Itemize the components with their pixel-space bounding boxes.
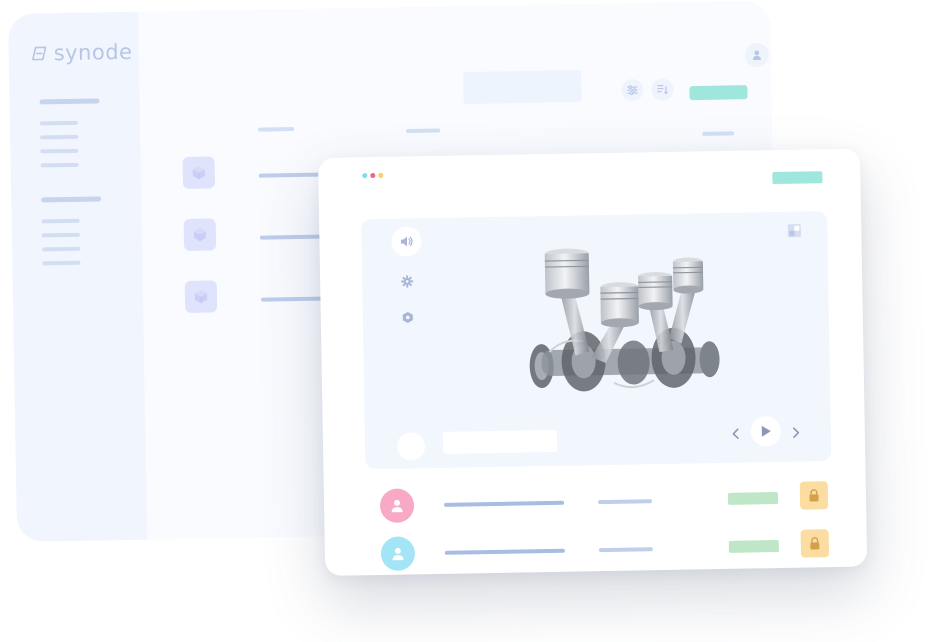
profile-button[interactable]	[744, 42, 770, 68]
lock-button[interactable]	[799, 481, 829, 510]
sort-button[interactable]	[651, 78, 674, 101]
sidebar-item[interactable]	[42, 260, 81, 266]
sound-button[interactable]	[391, 226, 422, 257]
column-header[interactable]	[702, 131, 735, 136]
search-input[interactable]	[463, 70, 582, 105]
lock-button[interactable]	[800, 529, 830, 558]
user-avatar[interactable]	[380, 536, 416, 571]
user-row[interactable]	[325, 528, 868, 577]
status-badge	[727, 492, 779, 505]
play-icon	[761, 425, 771, 437]
user-name	[444, 548, 565, 555]
column-header[interactable]	[406, 128, 441, 134]
gear-button[interactable]	[398, 272, 416, 290]
sidebar-item[interactable]	[42, 246, 81, 252]
synode-logo-icon	[31, 46, 47, 61]
column-header[interactable]	[258, 127, 295, 132]
filter-button[interactable]	[621, 78, 644, 102]
window-dot-cyan[interactable]	[362, 173, 368, 179]
viewer-avatar[interactable]	[396, 432, 426, 461]
model-viewer[interactable]	[361, 211, 832, 470]
window-controls	[362, 172, 384, 179]
window-dot-yellow[interactable]	[378, 172, 384, 178]
caption-input[interactable]	[442, 429, 558, 454]
sidebar-item[interactable]	[39, 120, 78, 126]
sidebar-section-header[interactable]	[41, 196, 102, 203]
previous-button[interactable]	[727, 423, 745, 445]
front-window	[318, 148, 868, 577]
chevron-right-icon	[792, 427, 800, 439]
sidebar-item[interactable]	[40, 134, 79, 140]
primary-action-button[interactable]	[772, 171, 823, 185]
user-avatar[interactable]	[379, 488, 415, 523]
user-icon	[392, 547, 404, 561]
settings-icon	[402, 311, 413, 323]
expand-icon	[787, 224, 801, 238]
sidebar-section-header[interactable]	[39, 98, 100, 105]
primary-action-button[interactable]	[689, 85, 748, 101]
status-badge	[728, 540, 779, 553]
lock-icon	[810, 537, 820, 550]
engine-model-image[interactable]	[521, 231, 734, 415]
sidebar-item[interactable]	[41, 232, 80, 238]
user-role	[598, 499, 653, 505]
play-button[interactable]	[750, 415, 782, 447]
cube-icon	[194, 290, 208, 304]
sliders-icon	[627, 85, 638, 95]
window-dot-red[interactable]	[370, 173, 376, 179]
expand-button[interactable]	[787, 224, 801, 238]
user-row[interactable]	[324, 480, 867, 529]
cube-icon	[192, 166, 205, 180]
row-thumbnail	[184, 280, 218, 313]
sidebar-item[interactable]	[40, 162, 79, 168]
sidebar: synode	[8, 11, 148, 542]
gear-icon	[401, 275, 414, 288]
next-button[interactable]	[787, 422, 805, 444]
chevron-left-icon	[732, 428, 739, 440]
user-role	[598, 547, 653, 553]
user-icon	[391, 499, 403, 513]
brand-name: synode	[53, 39, 133, 66]
row-thumbnail	[183, 218, 217, 251]
sort-list-icon	[657, 84, 668, 95]
sidebar-item[interactable]	[40, 148, 79, 154]
row-thumbnail	[182, 156, 216, 189]
logo: synode	[28, 39, 133, 66]
speaker-icon	[400, 236, 413, 247]
user-icon	[752, 50, 761, 61]
lock-icon	[809, 489, 819, 502]
cube-icon	[193, 228, 206, 242]
user-name	[444, 500, 565, 507]
sidebar-item[interactable]	[41, 218, 80, 224]
settings-button[interactable]	[399, 308, 417, 326]
